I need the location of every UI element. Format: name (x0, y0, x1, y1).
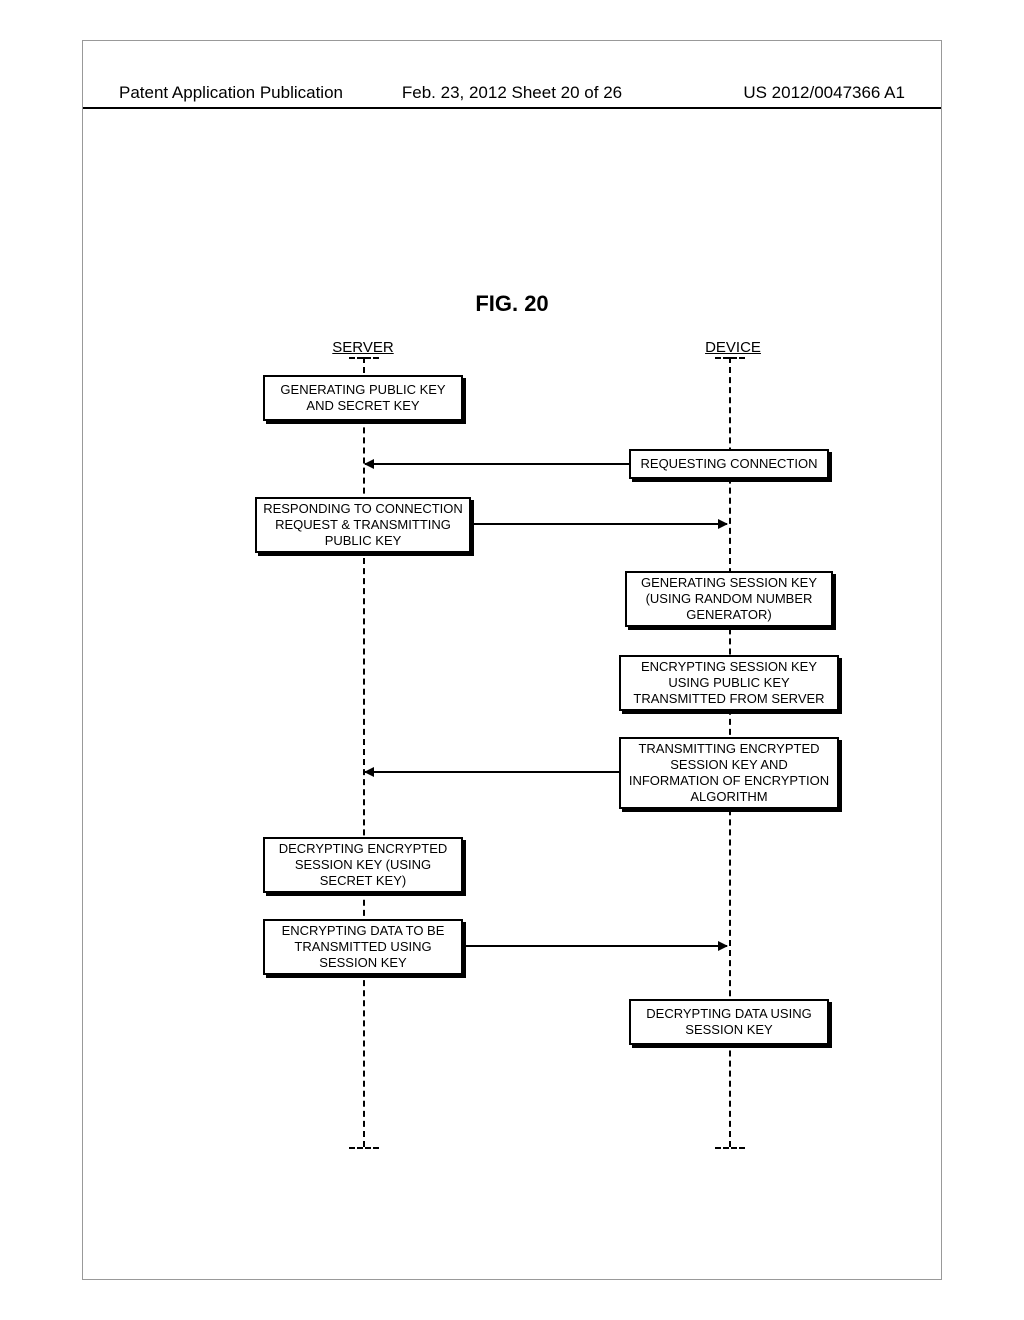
page-frame: Patent Application Publication Feb. 23, … (82, 40, 942, 1280)
step-encrypt-data: ENCRYPTING DATA TO BE TRANSMITTED USING … (263, 919, 463, 975)
arrow-transmit-session-key (365, 771, 619, 773)
arrow-transmit-encrypted-data (465, 945, 727, 947)
step-generate-session-key: GENERATING SESSION KEY (USING RANDOM NUM… (625, 571, 833, 627)
arrow-request-connection (365, 463, 629, 465)
step-generate-keys: GENERATING PUBLIC KEY AND SECRET KEY (263, 375, 463, 421)
header-publication: Patent Application Publication (119, 83, 378, 103)
step-encrypt-session-key: ENCRYPTING SESSION KEY USING PUBLIC KEY … (619, 655, 839, 711)
lifeline-server (363, 357, 365, 1147)
header-patent-number: US 2012/0047366 A1 (646, 83, 905, 103)
step-decrypt-session-key: DECRYPTING ENCRYPTED SESSION KEY (USING … (263, 837, 463, 893)
step-request-connection: REQUESTING CONNECTION (629, 449, 829, 479)
lifeline-cap (715, 1147, 745, 1149)
header-date-sheet: Feb. 23, 2012 Sheet 20 of 26 (378, 83, 645, 103)
figure-title: FIG. 20 (83, 291, 941, 317)
lane-label-device: DEVICE (683, 339, 783, 356)
page-header: Patent Application Publication Feb. 23, … (83, 83, 941, 109)
step-respond-transmit-public-key: RESPONDING TO CONNECTION REQUEST & TRANS… (255, 497, 471, 553)
lane-label-server: SERVER (313, 339, 413, 356)
sequence-diagram: SERVER DEVICE GENERATING PUBLIC KEY AND … (173, 339, 853, 1159)
step-decrypt-data: DECRYPTING DATA USING SESSION KEY (629, 999, 829, 1045)
lifeline-cap (349, 1147, 379, 1149)
arrow-transmit-public-key (473, 523, 727, 525)
lifeline-cap (349, 357, 379, 359)
lifeline-cap (715, 357, 745, 359)
step-transmit-encrypted-session-key: TRANSMITTING ENCRYPTED SESSION KEY AND I… (619, 737, 839, 809)
